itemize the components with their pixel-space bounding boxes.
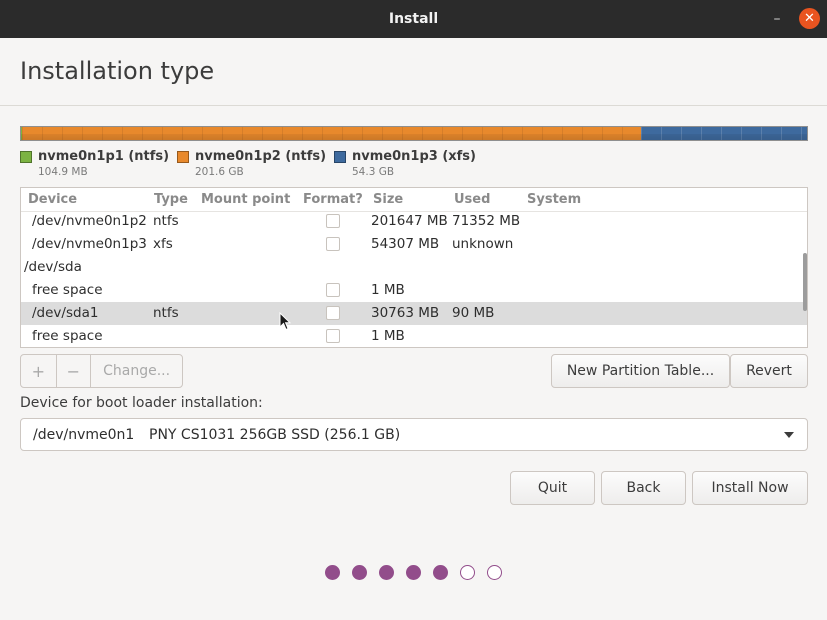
partition-usage-bar [20, 126, 808, 141]
cell-type: xfs [153, 236, 173, 252]
format-checkbox[interactable] [326, 283, 340, 297]
step-dot-complete [352, 565, 367, 580]
format-checkbox[interactable] [326, 329, 340, 343]
cell-used: 71352 MB [452, 213, 521, 229]
cell-type: ntfs [153, 213, 179, 229]
header-divider [0, 105, 827, 106]
legend-item-nvme0n1p1: nvme0n1p1 (ntfs) 104.9 MB [20, 149, 170, 181]
table-row[interactable]: /dev/sda [21, 256, 807, 279]
mouse-cursor-icon [279, 312, 291, 331]
table-row[interactable]: /dev/nvme0n1p2 ntfs 201647 MB 71352 MB [21, 210, 807, 233]
minimize-icon[interactable]: – [769, 10, 785, 28]
bootloader-label: Device for boot loader installation: [20, 395, 263, 411]
column-header-mount-point[interactable]: Mount point [201, 192, 290, 207]
table-row[interactable]: free space 1 MB [21, 325, 807, 347]
legend-item-nvme0n1p3: nvme0n1p3 (xfs) 54.3 GB [334, 149, 484, 181]
window-titlebar: Install [0, 0, 827, 38]
cell-size: 201647 MB [371, 213, 448, 229]
legend-size: 54.3 GB [352, 166, 395, 178]
step-dot-complete [325, 565, 340, 580]
format-checkbox[interactable] [326, 214, 340, 228]
cell-device: /dev/nvme0n1p3 [32, 236, 147, 252]
table-row-selected[interactable]: /dev/sda1 ntfs 30763 MB 90 MB [21, 302, 807, 325]
column-header-format[interactable]: Format? [303, 192, 363, 207]
legend-item-nvme0n1p2: nvme0n1p2 (ntfs) 201.6 GB [177, 149, 327, 181]
cell-device: free space [32, 328, 103, 344]
partition-edit-buttons: + − Change... [20, 354, 183, 388]
page-title: Installation type [20, 57, 215, 85]
partition-table[interactable]: Device Type Mount point Format? Size Use… [20, 187, 808, 348]
legend-swatch [20, 151, 32, 163]
change-partition-button[interactable]: Change... [91, 355, 182, 387]
column-header-system[interactable]: System [527, 192, 581, 207]
step-dot-complete [406, 565, 421, 580]
table-row[interactable]: /dev/nvme0n1p3 xfs 54307 MB unknown [21, 233, 807, 256]
remove-partition-button[interactable]: − [57, 355, 92, 387]
cell-size: 1 MB [371, 282, 405, 298]
cell-size: 30763 MB [371, 305, 440, 321]
legend-label: nvme0n1p1 (ntfs) [38, 149, 170, 164]
cell-used: unknown [452, 236, 514, 252]
legend-label: nvme0n1p2 (ntfs) [195, 149, 327, 164]
cell-size: 1 MB [371, 328, 405, 344]
cell-device: /dev/nvme0n1p2 [32, 213, 147, 229]
partition-segment-3 [641, 127, 807, 140]
cell-size: 54307 MB [371, 236, 440, 252]
dropdown-arrow-icon [784, 432, 794, 438]
legend-size: 104.9 MB [38, 166, 88, 178]
back-button[interactable]: Back [601, 471, 686, 505]
cell-type: ntfs [153, 305, 179, 321]
legend-size: 201.6 GB [195, 166, 244, 178]
format-checkbox[interactable] [326, 237, 340, 251]
table-header: Device Type Mount point Format? Size Use… [21, 188, 807, 212]
legend-swatch [177, 151, 189, 163]
partition-segment-2 [22, 127, 641, 140]
cell-device: free space [32, 282, 103, 298]
column-header-device[interactable]: Device [28, 192, 77, 207]
window-title: Install [388, 11, 439, 27]
add-partition-button[interactable]: + [21, 355, 57, 387]
bootloader-device: /dev/nvme0n1 [33, 427, 135, 443]
step-dot-complete [433, 565, 448, 580]
column-header-size[interactable]: Size [373, 192, 403, 207]
cell-device: /dev/sda1 [32, 305, 99, 321]
table-scrollbar[interactable] [803, 253, 807, 311]
step-dot-pending [487, 565, 502, 580]
cell-device: /dev/sda [24, 259, 82, 275]
legend-label: nvme0n1p3 (xfs) [352, 149, 476, 164]
quit-button[interactable]: Quit [510, 471, 595, 505]
column-header-used[interactable]: Used [454, 192, 490, 207]
revert-button[interactable]: Revert [730, 354, 808, 388]
step-dot-complete [379, 565, 394, 580]
table-row[interactable]: free space 1 MB [21, 279, 807, 302]
close-icon[interactable]: ✕ [799, 8, 820, 29]
bootloader-device-select[interactable]: /dev/nvme0n1 PNY CS1031 256GB SSD (256.1… [20, 418, 808, 451]
step-dot-pending [460, 565, 475, 580]
format-checkbox[interactable] [326, 306, 340, 320]
new-partition-table-button[interactable]: New Partition Table... [551, 354, 730, 388]
bootloader-device-description: PNY CS1031 256GB SSD (256.1 GB) [149, 427, 401, 443]
cell-used: 90 MB [452, 305, 495, 321]
install-now-button[interactable]: Install Now [692, 471, 808, 505]
legend-swatch [334, 151, 346, 163]
column-header-type[interactable]: Type [154, 192, 188, 207]
